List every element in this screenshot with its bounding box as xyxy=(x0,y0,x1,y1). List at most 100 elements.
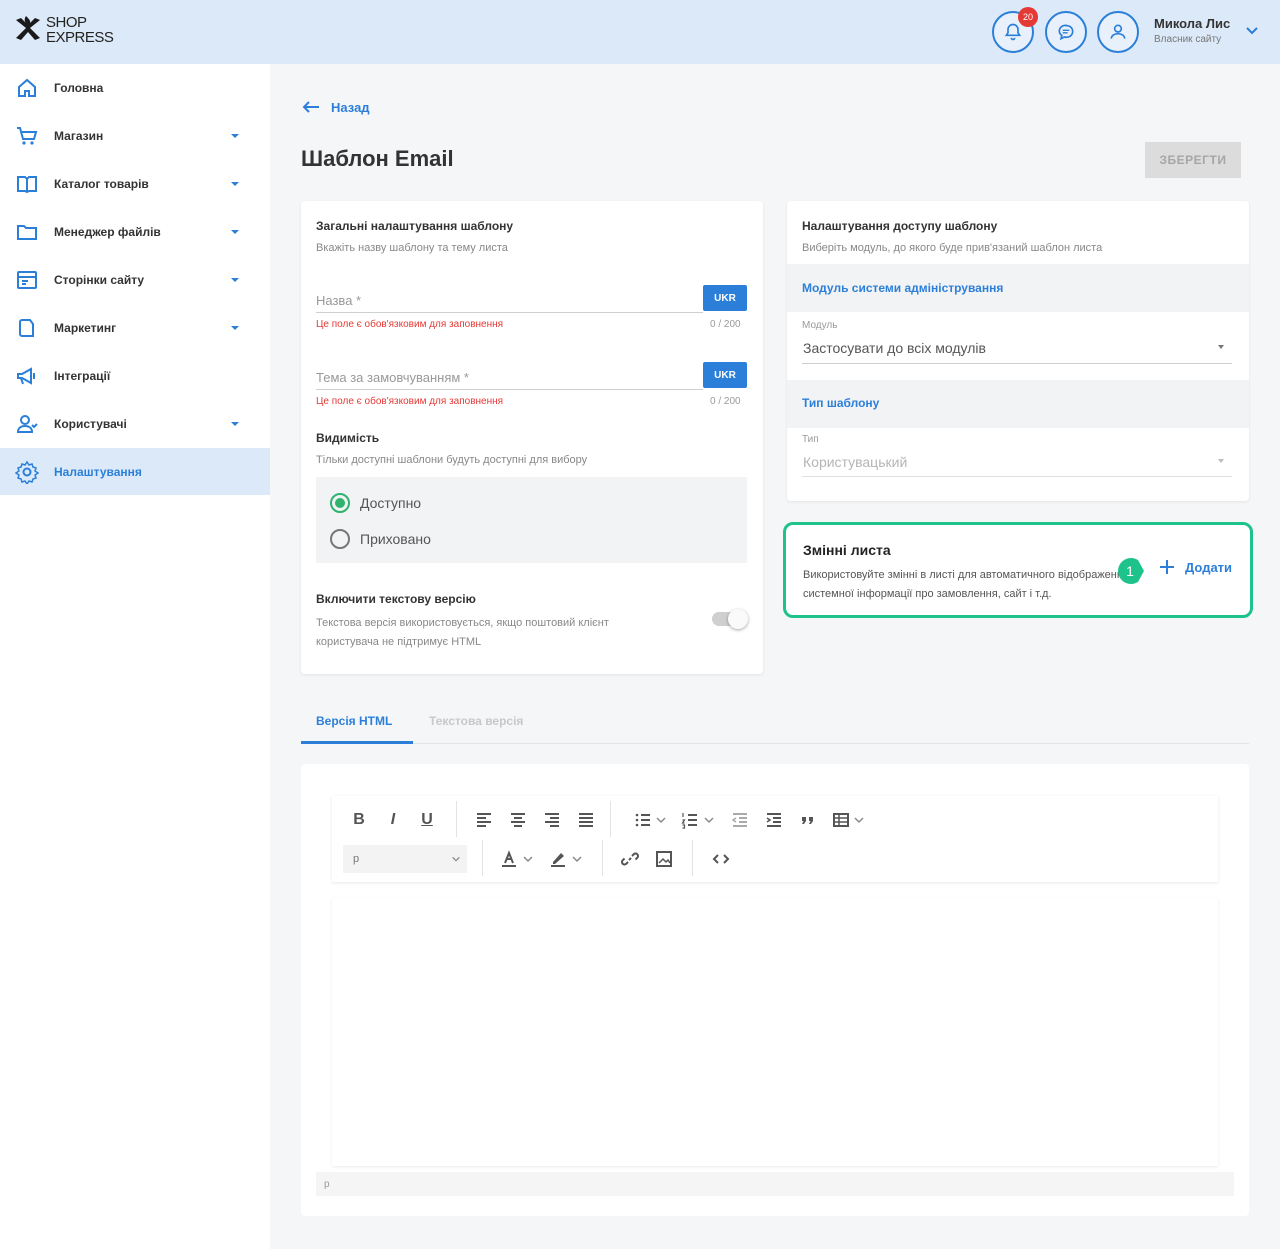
notifications-badge: 20 xyxy=(1018,7,1038,27)
numbered-list-button[interactable] xyxy=(679,809,701,831)
sidebar-item-pages[interactable]: Сторінки сайту xyxy=(0,256,270,303)
user-avatar-button[interactable] xyxy=(1097,11,1139,53)
save-button[interactable]: ЗБЕРЕГТИ xyxy=(1145,142,1241,178)
subject-field[interactable]: Тема за замовчуванням * xyxy=(316,370,469,385)
type-section-title: Тип шаблону xyxy=(802,396,880,410)
sidebar-item-file-manager[interactable]: Менеджер файлів xyxy=(0,208,270,255)
marketing-icon xyxy=(15,316,39,340)
sidebar-item-label: Інтеграції xyxy=(54,368,111,383)
sidebar-item-label: Менеджер файлів xyxy=(54,224,161,239)
bullet-list-dropdown[interactable] xyxy=(655,809,667,831)
chevron-down-icon[interactable] xyxy=(1245,24,1259,38)
highlight-color-button[interactable] xyxy=(547,848,569,870)
sidebar-item-home[interactable]: Головна xyxy=(0,64,270,111)
toolbar-separator xyxy=(482,840,483,876)
chevron-down-icon xyxy=(523,856,533,863)
outdent-button[interactable] xyxy=(729,809,751,831)
top-header: SHOP EXPRESS 20 Микола Лис Власник сайту xyxy=(0,0,1280,64)
editor-content-area[interactable] xyxy=(332,898,1218,1166)
toolbar-separator xyxy=(456,801,457,837)
email-variables-card: Змінні листа Використовуйте змінні в лис… xyxy=(783,522,1253,618)
source-code-button[interactable] xyxy=(710,848,732,870)
numbered-list-dropdown[interactable] xyxy=(703,809,715,831)
type-select[interactable]: Користувацький xyxy=(803,454,907,470)
user-role: Власник сайту xyxy=(1154,34,1222,45)
align-justify-button[interactable] xyxy=(575,809,597,831)
bullet-list-icon xyxy=(635,813,650,827)
visibility-option-available[interactable]: Доступно xyxy=(330,493,421,513)
pages-icon xyxy=(15,268,39,292)
add-variable-button[interactable]: Додати xyxy=(1159,559,1232,575)
align-justify-icon xyxy=(579,813,593,827)
sidebar-item-shop[interactable]: Магазин xyxy=(0,112,270,159)
blockquote-button[interactable] xyxy=(797,809,819,831)
tab-text-version[interactable]: Текстова версія xyxy=(429,714,523,728)
underline-button[interactable]: U xyxy=(416,809,438,831)
cart-icon xyxy=(15,124,39,148)
numbered-list-icon xyxy=(681,813,697,829)
name-lang-button[interactable]: UKR xyxy=(703,285,747,311)
align-left-icon xyxy=(477,813,491,827)
sidebar-item-integrations[interactable]: Інтеграції xyxy=(0,352,270,399)
block-format-select[interactable]: p xyxy=(343,845,467,873)
quote-icon xyxy=(802,817,813,824)
text-color-button[interactable] xyxy=(498,848,520,870)
bullet-list-button[interactable] xyxy=(632,809,654,831)
text-version-toggle[interactable] xyxy=(712,609,748,629)
caret-down-icon xyxy=(231,325,239,330)
subject-field-underline xyxy=(316,389,703,390)
table-dropdown[interactable] xyxy=(853,809,865,831)
sidebar-item-users[interactable]: Користувачі xyxy=(0,400,270,447)
sidebar-item-label: Сторінки сайту xyxy=(54,272,145,287)
sidebar-item-label: Користувачі xyxy=(54,416,127,431)
subject-lang-button[interactable]: UKR xyxy=(703,362,747,388)
toolbar-separator xyxy=(610,801,611,837)
visibility-option-hidden[interactable]: Приховано xyxy=(330,529,431,549)
insert-image-button[interactable] xyxy=(653,848,675,870)
plus-icon xyxy=(1160,560,1174,574)
users-icon xyxy=(15,412,39,436)
caret-down-icon xyxy=(231,229,239,234)
indent-button[interactable] xyxy=(763,809,785,831)
shop-express-logo[interactable]: SHOP EXPRESS xyxy=(12,14,114,46)
table-button[interactable] xyxy=(830,809,852,831)
tab-html-version[interactable]: Версія HTML xyxy=(316,714,392,728)
logo-line2: EXPRESS xyxy=(46,29,114,46)
block-format-value: p xyxy=(353,853,360,865)
caret-down-icon xyxy=(231,133,239,138)
step-marker-number: 1 xyxy=(1126,563,1134,579)
type-select-underline xyxy=(802,476,1232,477)
add-variable-label: Додати xyxy=(1185,559,1233,575)
highlight-color-dropdown[interactable] xyxy=(571,848,583,870)
sidebar-item-catalog[interactable]: Каталог товарів xyxy=(0,160,270,207)
insert-link-button[interactable] xyxy=(619,848,641,870)
visibility-radio-group: Доступно Приховано xyxy=(316,477,747,563)
chevron-down-icon xyxy=(704,817,714,824)
text-color-dropdown[interactable] xyxy=(522,848,534,870)
chevron-down-icon xyxy=(656,817,666,824)
notifications-button[interactable]: 20 xyxy=(992,7,1038,53)
module-section-title: Модуль системи адміністрування xyxy=(802,281,1004,295)
module-select-label: Модуль xyxy=(802,320,838,331)
chat-icon xyxy=(1058,24,1074,41)
align-center-button[interactable] xyxy=(507,809,529,831)
module-select[interactable]: Застосувати до всіх модулів xyxy=(803,340,986,356)
caret-down-icon xyxy=(231,181,239,186)
back-link[interactable]: Назад xyxy=(301,99,370,115)
align-right-button[interactable] xyxy=(541,809,563,831)
module-select-underline xyxy=(802,363,1232,364)
sidebar-item-settings[interactable]: Налаштування xyxy=(0,448,270,495)
messages-button[interactable] xyxy=(1045,11,1087,53)
table-icon xyxy=(833,813,849,827)
back-label: Назад xyxy=(331,99,370,115)
sidebar-item-marketing[interactable]: Маркетинг xyxy=(0,304,270,351)
align-left-button[interactable] xyxy=(473,809,495,831)
radio-unchecked-icon xyxy=(330,529,350,549)
visibility-subtitle: Тільки доступні шаблони будуть доступні … xyxy=(316,454,588,466)
sidebar: Головна Магазин Каталог товарів Менеджер… xyxy=(0,64,270,1249)
name-field[interactable]: Назва * xyxy=(316,293,361,308)
bold-button[interactable]: B xyxy=(348,809,370,831)
user-name[interactable]: Микола Лис xyxy=(1154,16,1230,31)
visibility-option-label: Доступно xyxy=(360,495,422,511)
italic-button[interactable]: I xyxy=(382,809,404,831)
